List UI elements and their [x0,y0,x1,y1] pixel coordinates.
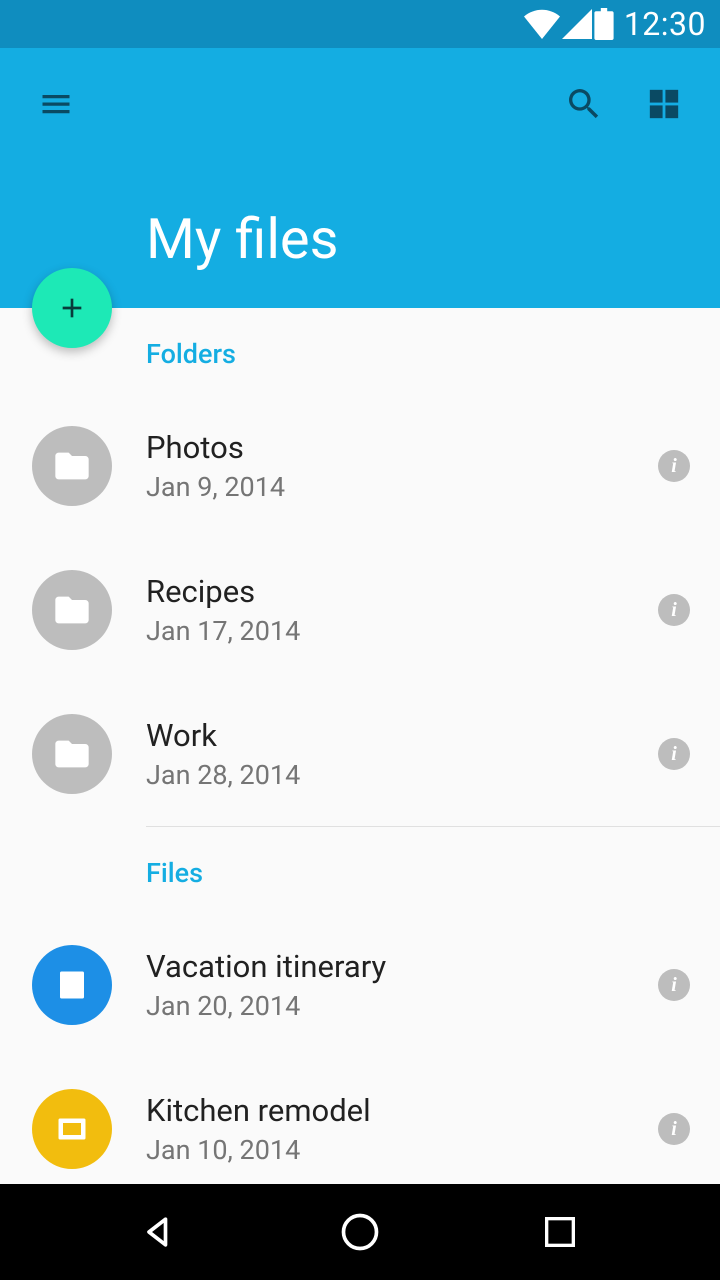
back-icon [138,1210,182,1254]
info-button[interactable]: i [650,961,698,1009]
info-button[interactable]: i [650,586,698,634]
plus-icon [56,292,88,324]
item-title: Photos [146,429,650,466]
item-subtitle: Jan 10, 2014 [146,1134,650,1166]
file-row[interactable]: Kitchen remodel Jan 10, 2014 i [0,1057,720,1184]
page-title: My files [146,206,339,272]
home-icon [338,1210,382,1254]
folder-icon [52,590,92,630]
folder-row[interactable]: Recipes Jan 17, 2014 i [0,538,720,682]
content: Folders Photos Jan 9, 2014 i Recipes Jan… [0,308,720,1184]
folder-row[interactable]: Work Jan 28, 2014 i [0,682,720,826]
add-fab[interactable] [32,268,112,348]
grid-view-button[interactable] [636,76,692,132]
home-button[interactable] [320,1192,400,1272]
info-icon: i [658,969,690,1001]
wifi-icon [524,9,560,39]
grid-icon [647,87,681,121]
item-title: Recipes [146,573,650,610]
item-subtitle: Jan 28, 2014 [146,759,650,791]
folder-row[interactable]: Photos Jan 9, 2014 i [0,394,720,538]
info-button[interactable]: i [650,1105,698,1153]
battery-icon [594,8,614,40]
file-avatar [32,945,112,1025]
folder-avatar [32,714,112,794]
folder-icon [52,446,92,486]
file-avatar [32,1089,112,1169]
files-header: Files [0,827,720,913]
info-button[interactable]: i [650,730,698,778]
status-icons: 12:30 [524,5,706,43]
cell-signal-icon [562,9,592,39]
folder-avatar [32,426,112,506]
recent-apps-button[interactable] [520,1192,600,1272]
item-title: Vacation itinerary [146,948,650,985]
app-bar: My files [0,48,720,308]
item-subtitle: Jan 17, 2014 [146,615,650,647]
folder-avatar [32,570,112,650]
search-button[interactable] [556,76,612,132]
slide-icon [54,1111,90,1147]
menu-button[interactable] [28,76,84,132]
square-icon [540,1212,580,1252]
info-icon: i [658,450,690,482]
item-subtitle: Jan 9, 2014 [146,471,650,503]
folder-icon [52,734,92,774]
search-icon [564,84,604,124]
item-title: Work [146,717,650,754]
info-button[interactable]: i [650,442,698,490]
back-button[interactable] [120,1192,200,1272]
file-row[interactable]: Vacation itinerary Jan 20, 2014 i [0,913,720,1057]
item-subtitle: Jan 20, 2014 [146,990,650,1022]
status-bar: 12:30 [0,0,720,48]
info-icon: i [658,738,690,770]
status-time: 12:30 [624,5,706,43]
item-title: Kitchen remodel [146,1092,650,1129]
doc-icon [54,967,90,1003]
info-icon: i [658,1113,690,1145]
hamburger-icon [38,86,74,122]
navigation-bar [0,1184,720,1280]
info-icon: i [658,594,690,626]
